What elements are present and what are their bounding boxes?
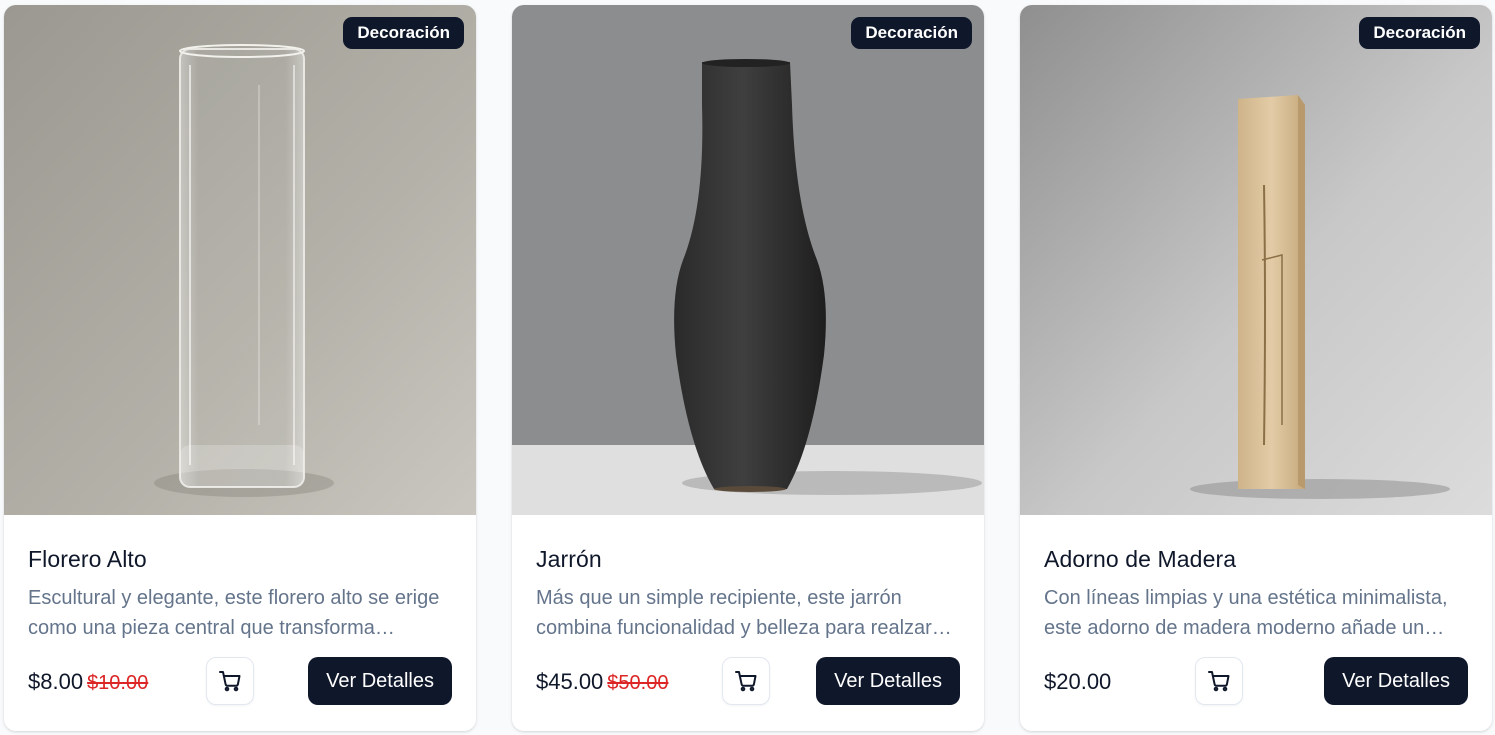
product-image[interactable]: Decoración: [4, 5, 476, 515]
product-card: Decoración Adorno de Madera Con líneas l…: [1020, 5, 1492, 731]
price-group: $20.00: [1044, 669, 1111, 695]
price-group: $8.00 $10.00: [28, 669, 148, 696]
view-details-button[interactable]: Ver Detalles: [308, 657, 452, 705]
shopping-cart-icon: [219, 671, 241, 692]
product-title[interactable]: Adorno de Madera: [1044, 545, 1468, 573]
original-price: $10.00: [87, 672, 149, 694]
product-price: $8.00: [28, 669, 84, 694]
add-to-cart-button[interactable]: [722, 657, 770, 705]
product-price: $45.00: [536, 669, 604, 694]
product-card: Decoración Florero Alto Escultural y ele…: [4, 5, 476, 731]
category-badge: Decoración: [1359, 17, 1480, 49]
original-price: $50.00: [607, 672, 669, 694]
product-price: $20.00: [1044, 669, 1112, 694]
product-footer: $45.00 $50.00 Ver Detalles: [536, 657, 960, 707]
add-to-cart-button[interactable]: [206, 657, 254, 705]
view-details-button[interactable]: Ver Detalles: [816, 657, 960, 705]
product-description: Más que un simple recipiente, este jarró…: [536, 587, 932, 639]
product-title[interactable]: Florero Alto: [28, 545, 452, 573]
add-to-cart-button[interactable]: [1195, 657, 1243, 705]
product-description: Con líneas limpias y una estética minima…: [1044, 587, 1448, 639]
shopping-cart-icon: [735, 671, 757, 692]
product-image[interactable]: Decoración: [512, 5, 984, 515]
shopping-cart-icon: [1208, 671, 1230, 692]
product-footer: $8.00 $10.00 Ver Detalles: [28, 657, 452, 707]
category-badge: Decoración: [343, 17, 464, 49]
product-image[interactable]: Decoración: [1020, 5, 1492, 515]
price-group: $45.00 $50.00: [536, 669, 668, 696]
product-description: Escultural y elegante, este florero alto…: [28, 587, 440, 639]
view-details-button[interactable]: Ver Detalles: [1324, 657, 1468, 705]
product-grid: Decoración Florero Alto Escultural y ele…: [0, 0, 1495, 735]
product-title[interactable]: Jarrón: [536, 545, 960, 573]
product-footer: $20.00 Ver Detalles: [1044, 657, 1468, 707]
category-badge: Decoración: [851, 17, 972, 49]
product-card: Decoración Jarrón Más que un simple reci…: [512, 5, 984, 731]
